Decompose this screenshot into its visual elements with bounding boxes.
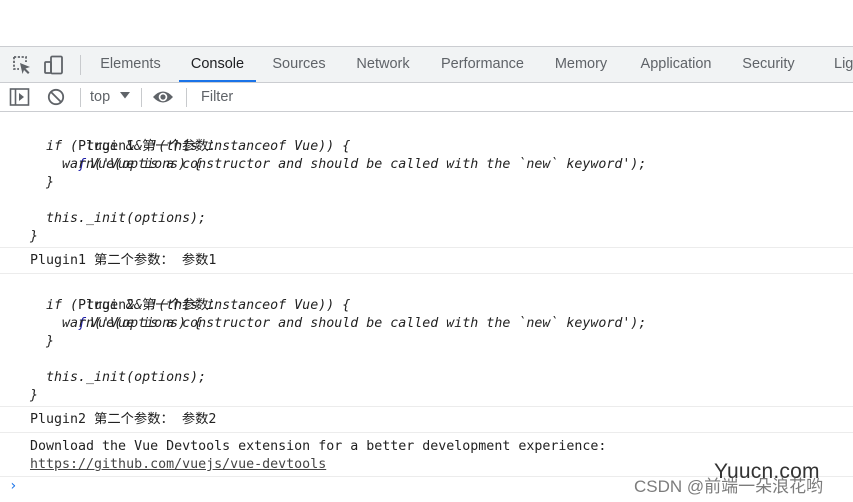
tab-memory[interactable]: Memory <box>547 47 615 82</box>
code-line: } <box>30 388 39 403</box>
tab-network[interactable]: Network <box>348 47 418 82</box>
tab-elements[interactable]: Elements <box>95 47 166 82</box>
chevron-down-icon[interactable] <box>120 92 130 99</box>
toolbar-divider <box>141 88 142 107</box>
console-prompt-icon[interactable]: › <box>9 477 17 495</box>
code-line: } <box>30 334 55 349</box>
tab-lighthouse[interactable]: Lig <box>834 47 853 82</box>
log-text: Plugin2 第二个参数： 参数2 <box>30 412 217 427</box>
tab-application[interactable]: Application <box>633 47 719 82</box>
tab-console[interactable]: Console <box>179 47 256 82</box>
toolbar-divider <box>80 88 81 107</box>
tab-sources[interactable]: Sources <box>267 47 331 82</box>
context-selector[interactable]: top <box>90 87 110 107</box>
code-line: } <box>30 229 39 244</box>
device-toolbar-icon[interactable] <box>43 54 65 76</box>
code-line: warn('Vue is a constructor and should be… <box>30 157 647 172</box>
code-line: this._init(options); <box>30 211 207 226</box>
code-line: } <box>30 175 55 190</box>
log-text: Download the Vue Devtools extension for … <box>30 439 607 454</box>
console-message: Plugin1 第二个参数： 参数1 <box>0 248 853 274</box>
clear-console-icon[interactable] <box>47 88 65 106</box>
live-expression-eye-icon[interactable] <box>152 89 174 105</box>
code-line: warn('Vue is a constructor and should be… <box>30 316 647 331</box>
console-messages: Plugin1 第一个参数： ƒ Vue(options) { if ( true… <box>0 112 853 502</box>
inspect-element-icon[interactable] <box>11 54 33 76</box>
console-toolbar: top <box>0 83 853 112</box>
log-text: Plugin1 第二个参数： 参数1 <box>30 253 217 268</box>
devtools-tab-bar: Elements Console Sources Network Perform… <box>0 46 853 83</box>
filter-input[interactable] <box>192 86 841 108</box>
tab-performance[interactable]: Performance <box>436 47 529 82</box>
code-line: if ( true && !(this instanceof Vue)) { <box>30 298 351 313</box>
console-message: Plugin1 第一个参数： ƒ Vue(options) { if ( true… <box>0 112 853 248</box>
tab-security[interactable]: Security <box>737 47 800 82</box>
show-sidebar-icon[interactable] <box>9 87 30 107</box>
page-top-area <box>0 0 853 46</box>
code-line: if ( true && !(this instanceof Vue)) { <box>30 139 351 154</box>
csdn-watermark: CSDN @前端一朵浪花哟 <box>634 477 824 496</box>
code-line: this._init(options); <box>30 370 207 385</box>
console-message: Plugin2 第一个参数： ƒ Vue(options) { if ( true… <box>0 274 853 407</box>
toolbar-divider <box>186 88 187 107</box>
toolbar-divider <box>80 55 81 75</box>
vue-devtools-link[interactable]: https://github.com/vuejs/vue-devtools <box>30 457 326 472</box>
console-message: Plugin2 第二个参数： 参数2 <box>0 407 853 433</box>
